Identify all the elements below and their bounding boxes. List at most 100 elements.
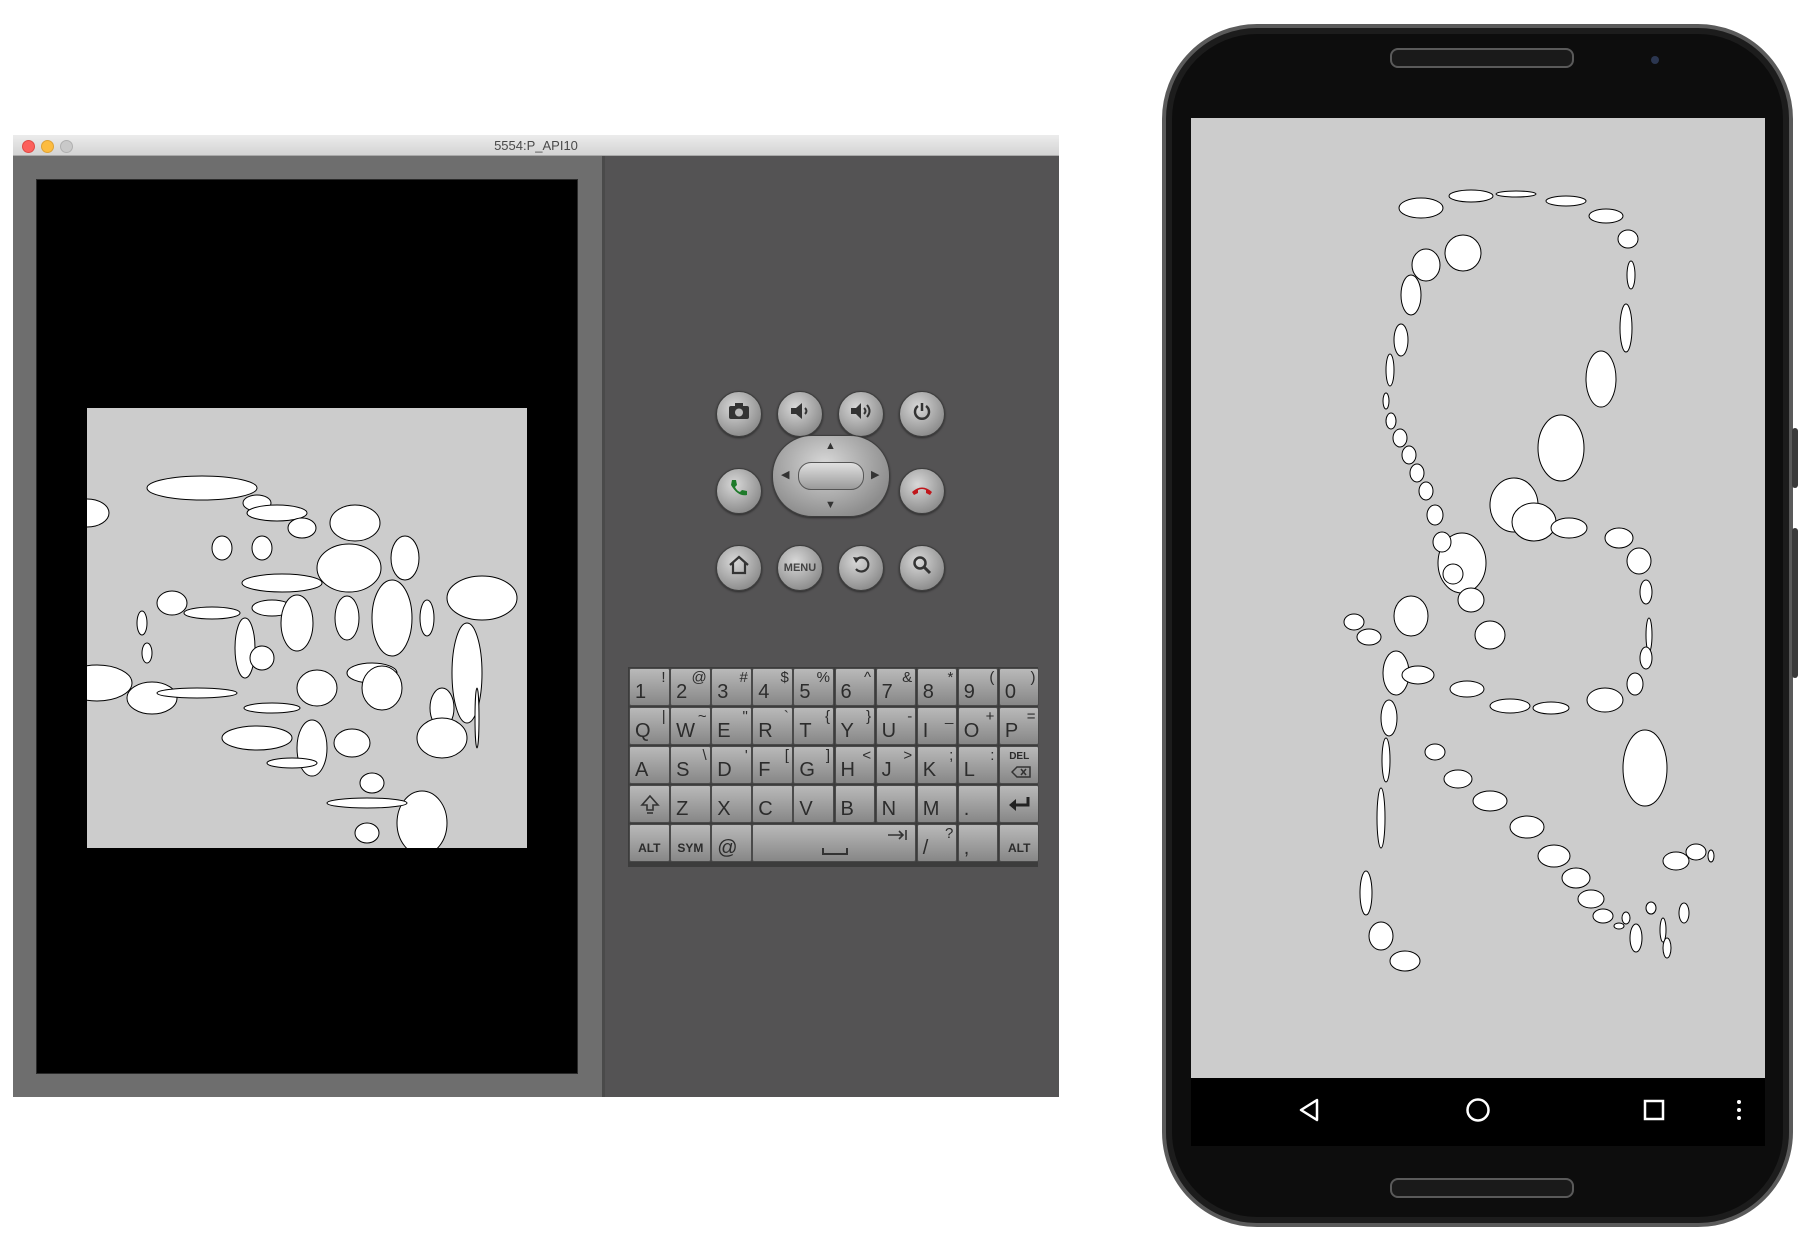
phone-ellipse xyxy=(1707,849,1715,863)
key-n[interactable]: N xyxy=(875,785,917,823)
emulator-screen[interactable] xyxy=(36,179,578,1074)
key-0-alt-label: ) xyxy=(1030,669,1036,686)
phone-ellipse xyxy=(1457,587,1485,613)
key-g[interactable]: G] xyxy=(793,746,834,784)
volume-down-button[interactable] xyxy=(777,391,823,437)
phone-ellipse xyxy=(1385,412,1397,430)
key-9[interactable]: 9( xyxy=(957,668,999,706)
camera-button[interactable] xyxy=(716,391,762,437)
phone-ellipse xyxy=(1474,620,1506,650)
phone-ellipse xyxy=(1380,699,1398,737)
key-l[interactable]: L: xyxy=(957,746,999,784)
key-x[interactable]: X xyxy=(711,785,752,823)
emulator-drawing-canvas[interactable] xyxy=(87,408,527,848)
nav-overflow-button[interactable] xyxy=(1729,1094,1749,1130)
back-button[interactable] xyxy=(838,545,884,591)
phone-ellipse xyxy=(1678,902,1690,924)
phone-ellipse xyxy=(1495,190,1537,198)
key-at[interactable]: @ xyxy=(711,824,752,862)
key-3[interactable]: 3 # xyxy=(711,668,752,706)
key-r[interactable]: R ` xyxy=(752,707,793,745)
key-2[interactable]: 2 @ xyxy=(670,668,711,706)
key-1[interactable]: 1! xyxy=(629,668,670,706)
key-e-label: E xyxy=(717,720,731,742)
emulator-ellipse xyxy=(146,475,258,501)
key-shift[interactable] xyxy=(629,785,670,823)
phone-ellipse xyxy=(1588,208,1624,224)
phone-power-button[interactable] xyxy=(1792,428,1798,488)
key-l-label: L xyxy=(963,759,975,781)
key-m[interactable]: M xyxy=(916,785,958,823)
key-j[interactable]: J > xyxy=(875,746,917,784)
volume-up-button[interactable] xyxy=(838,391,884,437)
dpad[interactable]: ▲ ▼ ◀ ▶ xyxy=(772,435,890,517)
nav-back-button[interactable] xyxy=(1289,1094,1329,1130)
key-e[interactable]: E " xyxy=(711,707,752,745)
key-7[interactable]: 7 & xyxy=(875,668,917,706)
key-d[interactable]: D ' xyxy=(711,746,752,784)
phone-volume-button[interactable] xyxy=(1792,528,1798,678)
key-w[interactable]: W ~ xyxy=(670,707,711,745)
end-call-button[interactable] xyxy=(899,468,945,514)
key-v[interactable]: V xyxy=(793,785,834,823)
key-o[interactable]: O + xyxy=(957,707,999,745)
key-8[interactable]: 8 * xyxy=(916,668,958,706)
key-s[interactable]: S \ xyxy=(670,746,711,784)
key-b[interactable]: B xyxy=(834,785,876,823)
search-button[interactable] xyxy=(899,545,945,591)
window-titlebar[interactable]: 5554:P_API10 xyxy=(13,135,1059,156)
key-a[interactable]: A xyxy=(629,746,670,784)
key-sym[interactable]: SYM xyxy=(670,824,711,862)
dpad-up-icon[interactable]: ▲ xyxy=(825,441,836,452)
dpad-left-icon[interactable]: ◀ xyxy=(781,470,789,481)
key-p[interactable]: P = xyxy=(998,707,1040,745)
key-period[interactable]: . xyxy=(957,785,999,823)
key-t[interactable]: T{ xyxy=(793,707,834,745)
phone-drawing-canvas[interactable] xyxy=(1191,118,1765,1078)
nav-recents-button[interactable] xyxy=(1634,1094,1674,1130)
dpad-center-button[interactable] xyxy=(798,462,864,490)
key-4[interactable]: 4 $ xyxy=(752,668,793,706)
key-f[interactable]: F[ xyxy=(752,746,793,784)
phone-ellipse xyxy=(1398,197,1444,219)
key-y[interactable]: Y} xyxy=(834,707,876,745)
key-g-label: G xyxy=(799,759,815,781)
key-v-label: V xyxy=(799,798,813,820)
key-0[interactable]: 0) xyxy=(998,668,1040,706)
key-enter[interactable] xyxy=(998,785,1040,823)
phone-ellipse xyxy=(1509,815,1545,839)
key-5[interactable]: 5% xyxy=(793,668,834,706)
key-6-label: 6 xyxy=(840,681,852,703)
phone-ellipse xyxy=(1385,353,1395,387)
call-button[interactable] xyxy=(716,468,762,514)
key-q[interactable]: Q | xyxy=(629,707,670,745)
volume-down-icon xyxy=(789,402,811,426)
phone-ellipse xyxy=(1629,923,1643,953)
key-1-label: 1 xyxy=(635,681,647,703)
dpad-down-icon[interactable]: ▼ xyxy=(825,500,836,511)
home-button[interactable] xyxy=(716,545,762,591)
key-delete[interactable]: DEL xyxy=(998,746,1040,784)
key-slash[interactable]: /? xyxy=(916,824,958,862)
key-h[interactable]: H < xyxy=(834,746,876,784)
emulator-ellipse xyxy=(241,573,323,593)
back-triangle-icon xyxy=(1296,1097,1322,1128)
key-6[interactable]: 6 ^ xyxy=(834,668,876,706)
dpad-right-icon[interactable]: ▶ xyxy=(871,470,879,481)
key-c[interactable]: C xyxy=(752,785,793,823)
menu-button[interactable]: MENU xyxy=(777,545,823,591)
key-alt-right[interactable]: ALT xyxy=(998,824,1040,862)
phone-ellipse xyxy=(1561,867,1591,889)
phone-ellipse xyxy=(1448,189,1494,203)
key-space[interactable] xyxy=(752,824,917,862)
key-i[interactable]: I _ xyxy=(916,707,958,745)
phone-ellipse xyxy=(1411,248,1441,282)
volume-up-icon xyxy=(849,402,873,426)
key-comma[interactable]: , xyxy=(957,824,999,862)
nav-home-button[interactable] xyxy=(1458,1094,1498,1130)
key-alt-left[interactable]: ALT xyxy=(629,824,670,862)
power-button[interactable] xyxy=(899,391,945,437)
key-z[interactable]: Z xyxy=(670,785,711,823)
key-u[interactable]: U- xyxy=(875,707,917,745)
key-k[interactable]: K; xyxy=(916,746,958,784)
